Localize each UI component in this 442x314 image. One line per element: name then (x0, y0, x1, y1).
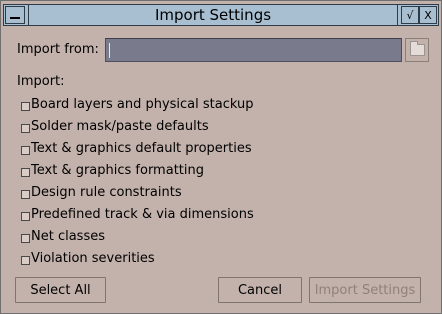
text-cursor (109, 43, 110, 58)
option-text-graphics-formatting[interactable]: Text & graphics formatting (21, 161, 204, 179)
import-settings-dialog: Import Settings √ X Import from: Import:… (0, 0, 442, 314)
checkmark-icon: √ (406, 8, 414, 22)
option-label: Solder mask/paste defaults (31, 118, 209, 134)
option-design-rules[interactable]: Design rule constraints (21, 183, 182, 201)
checkbox[interactable] (21, 211, 30, 221)
window-title: Import Settings (28, 5, 398, 25)
option-label: Violation severities (31, 250, 155, 266)
maximize-button[interactable]: √ (401, 6, 419, 24)
menu-bar-icon (10, 17, 20, 19)
checkbox[interactable] (21, 189, 30, 199)
option-violation-severities[interactable]: Violation severities (21, 249, 155, 267)
checkbox[interactable] (21, 123, 30, 133)
option-board-layers[interactable]: Board layers and physical stackup (21, 95, 253, 113)
import-from-label: Import from: (17, 42, 99, 57)
option-track-via[interactable]: Predefined track & via dimensions (21, 205, 254, 223)
option-label: Design rule constraints (31, 184, 182, 200)
close-icon: X (424, 8, 432, 22)
option-solder-mask[interactable]: Solder mask/paste defaults (21, 117, 209, 135)
import-from-input[interactable] (105, 38, 402, 62)
close-button[interactable]: X (419, 6, 437, 24)
option-label: Net classes (31, 228, 105, 244)
select-all-button[interactable]: Select All (15, 277, 106, 303)
checkbox[interactable] (21, 167, 30, 177)
import-section-label: Import: (17, 74, 65, 89)
title-bar[interactable]: Import Settings √ X (3, 4, 439, 26)
option-label: Text & graphics default properties (31, 140, 252, 156)
option-label: Predefined track & via dimensions (31, 206, 254, 222)
cancel-button[interactable]: Cancel (218, 277, 302, 303)
checkbox[interactable] (21, 255, 30, 265)
option-label: Text & graphics formatting (31, 162, 204, 178)
window-menu-button[interactable] (5, 6, 25, 24)
option-net-classes[interactable]: Net classes (21, 227, 105, 245)
option-label: Board layers and physical stackup (31, 96, 254, 112)
checkbox[interactable] (21, 101, 30, 111)
browse-button[interactable] (405, 38, 429, 62)
option-text-graphics-defaults[interactable]: Text & graphics default properties (21, 139, 252, 157)
folder-icon (409, 41, 425, 56)
checkbox[interactable] (21, 145, 30, 155)
import-settings-button[interactable]: Import Settings (309, 277, 421, 303)
checkbox[interactable] (21, 233, 30, 243)
